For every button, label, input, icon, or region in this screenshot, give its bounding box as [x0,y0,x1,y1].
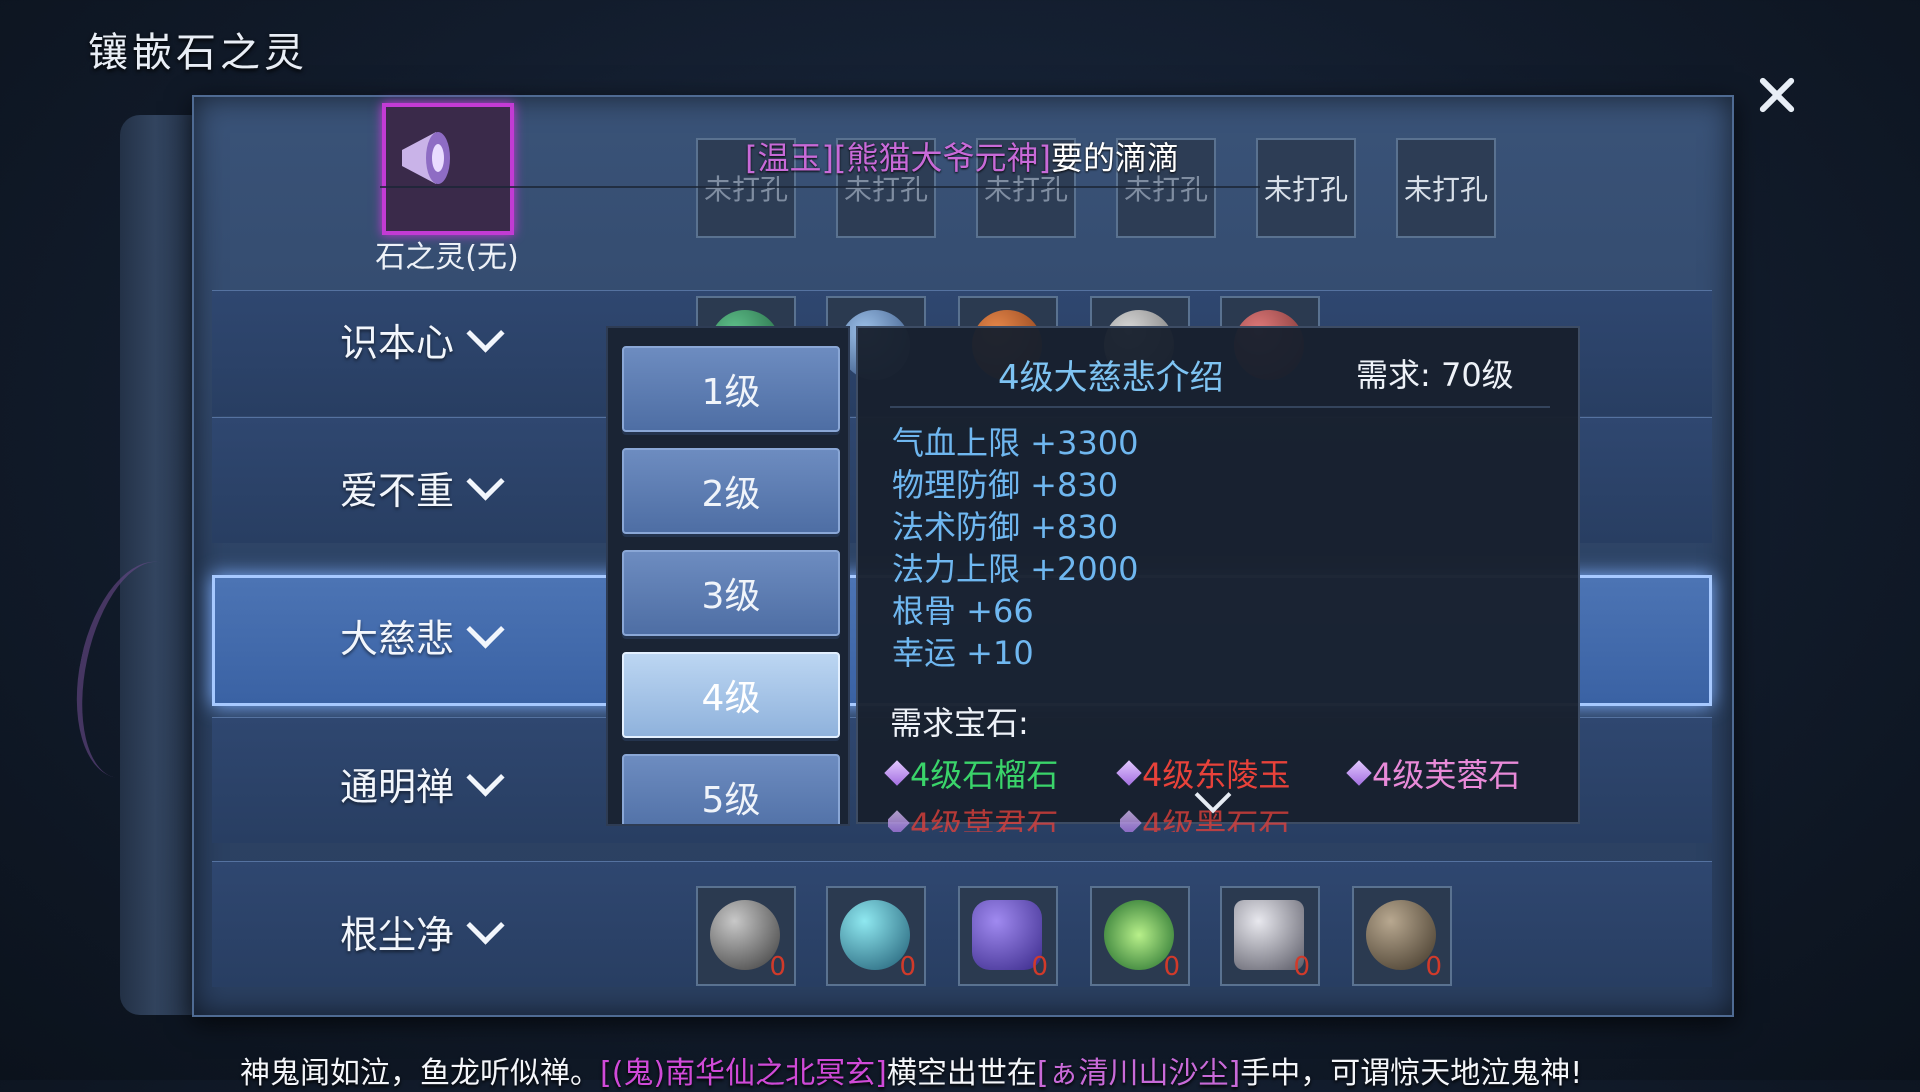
stat-line: 法术防御 +830 [892,508,1119,546]
gem-socket[interactable] [958,296,1058,380]
broadcast-divider [380,186,1260,188]
gem-count: 0 [1163,952,1180,982]
announce-player[interactable]: [ぁ清川山沙尘] [1037,1056,1240,1091]
announce-text: 手中，可谓惊天地泣鬼神! [1240,1056,1583,1091]
row-label-aibuzhong[interactable]: 爱不重 [340,460,550,515]
broadcast-text: 要的滴滴 [1050,139,1179,177]
info-divider [890,406,1550,408]
level-option-1[interactable]: 1级 [622,346,840,432]
gem-socket[interactable] [696,296,796,380]
required-gem-name: 4级石榴石 [910,756,1059,794]
broadcast-message: [温玉][熊猫大爷元神]要的滴滴 [745,133,1265,179]
diamond-icon [1116,760,1142,786]
level-option-5[interactable]: 5级 [622,754,840,824]
gem-socket[interactable]: 0 [1352,886,1452,986]
window-title: 镶嵌石之灵 [88,30,308,76]
gem-socket[interactable] [826,296,926,380]
info-requirement: 需求: 70级 [1356,356,1514,394]
stat-line: 根骨 +66 [892,592,1034,630]
chevron-down-icon [466,610,505,649]
close-icon[interactable] [1752,70,1802,120]
row-label-tongmingchan[interactable]: 通明禅 [340,756,550,811]
gem-count: 0 [1031,952,1048,982]
row-label-dacibei[interactable]: 大慈悲 [340,608,550,663]
row-label-text: 爱不重 [340,469,455,513]
system-announcement: 神鬼闻如泣，鱼龙听似禅。[(鬼)南华仙之北冥玄]横空出世在[ぁ清川山沙尘]手中，… [240,1048,1582,1092]
gem-socket[interactable] [1090,296,1190,380]
row-label-genchenjing[interactable]: 根尘净 [340,904,550,959]
gem-count: 0 [769,952,786,982]
required-gems-title: 需求宝石: [890,704,1029,742]
chevron-down-icon [466,314,505,353]
socket-hole[interactable]: 未打孔 [1256,138,1356,238]
gem-socket[interactable]: 0 [696,886,796,986]
diamond-icon [884,760,910,786]
diamond-icon [1346,760,1372,786]
gem-count: 0 [1425,952,1442,982]
level-option-2[interactable]: 2级 [622,448,840,534]
level-option-3[interactable]: 3级 [622,550,840,636]
row-label-shibenxin[interactable]: 识本心 [340,312,550,367]
chevron-down-icon [466,906,505,945]
stat-line: 气血上限 +3300 [892,424,1139,462]
row-label-text: 通明禅 [340,765,455,809]
required-gem: 4级芙蓉石 [1346,750,1521,796]
socket-hole[interactable]: 未打孔 [1396,138,1496,238]
gem-socket[interactable]: 0 [1220,886,1320,986]
stat-line: 物理防御 +830 [892,466,1119,504]
gem-socket[interactable]: 0 [958,886,1058,986]
chevron-down-icon [466,758,505,797]
announce-player[interactable]: [(鬼)南华仙之北冥玄] [600,1056,887,1091]
horn-spirit-icon [402,132,450,184]
broadcast-names: [温玉][熊猫大爷元神] [745,139,1051,177]
chevron-down-icon [466,462,505,501]
diamond-icon [1120,810,1142,832]
stat-line: 法力上限 +2000 [892,550,1139,588]
row-label-text: 大慈悲 [340,617,455,661]
announce-text: 横空出世在 [886,1056,1037,1091]
level-option-4[interactable]: 4级 [622,652,840,738]
required-gem: 4级石榴石 [884,750,1059,796]
row-label-text: 根尘净 [340,913,455,957]
row-label-text: 识本心 [340,321,455,365]
gem-count: 0 [1293,952,1310,982]
info-title: 4级大慈悲介绍 [998,358,1224,398]
gem-count: 0 [899,952,916,982]
gem-socket[interactable] [1220,296,1320,380]
gem-socket[interactable]: 0 [1090,886,1190,986]
spirit-label: 石之灵(无) [375,240,519,275]
level-dropdown[interactable]: 1级 2级 3级 4级 5级 [606,326,850,826]
stat-line: 幸运 +10 [892,634,1034,672]
announce-text: 神鬼闻如泣，鱼龙听似禅。 [240,1056,600,1091]
gem-socket[interactable]: 0 [826,886,926,986]
required-gem-name: 4级芙蓉石 [1372,756,1521,794]
diamond-icon [888,810,910,832]
